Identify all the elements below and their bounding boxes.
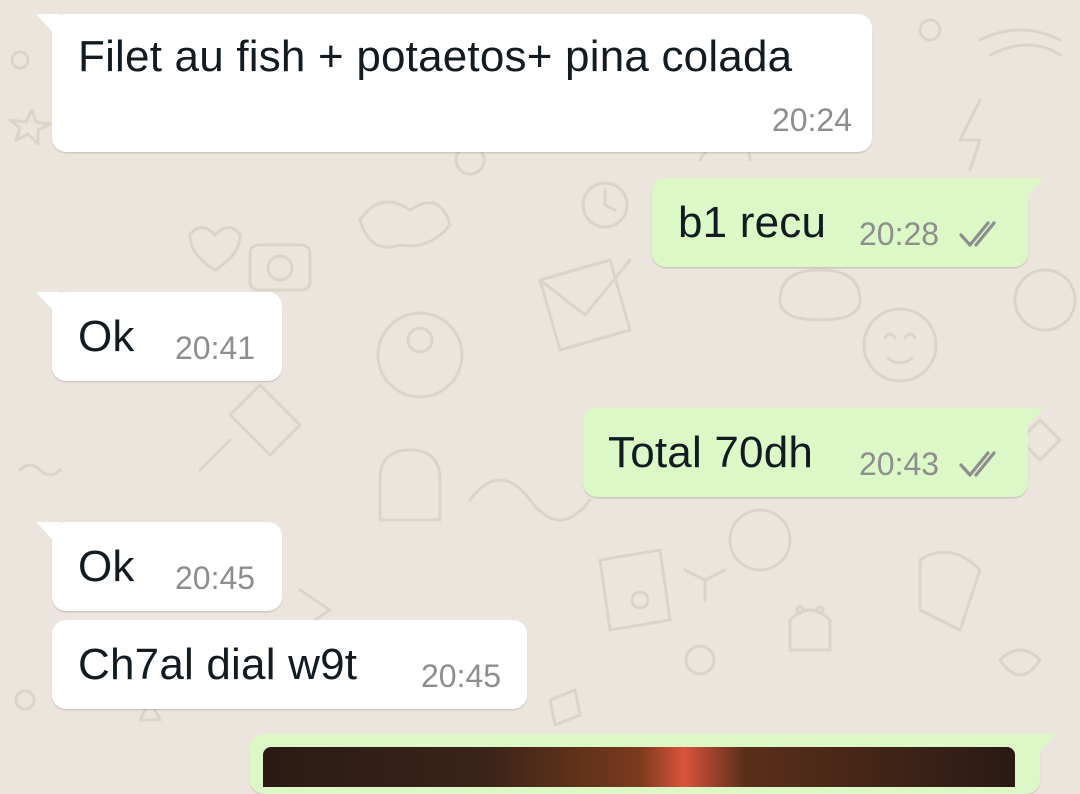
message-timestamp: 20:45 [421, 658, 502, 694]
message-text: b1 recu [678, 198, 827, 247]
message-bubble-outgoing-image[interactable] [250, 734, 1056, 794]
bubble-tail [1020, 178, 1044, 204]
message-timestamp: 20:24 [771, 102, 852, 138]
message-text: Ok [78, 312, 135, 361]
message-text: Filet au fish + potaetos+ pina colada [78, 32, 793, 81]
bubble-tail [36, 14, 60, 40]
message-timestamp: 20:45 [175, 560, 256, 596]
message-bubble-outgoing[interactable]: Total 70dh 20:43 [583, 408, 1044, 497]
message-timestamp: 20:28 [859, 216, 940, 252]
bubble-tail [36, 522, 60, 548]
double-check-icon [959, 221, 996, 247]
bubble-tail [1032, 734, 1056, 760]
message-text: Ok [78, 542, 135, 591]
message-bubble-incoming[interactable]: Filet au fish + potaetos+ pina colada 20… [36, 14, 872, 152]
message-text: Total 70dh [608, 428, 814, 477]
bubble-tail [1020, 408, 1044, 434]
double-check-icon [959, 451, 996, 477]
image-attachment-thumbnail[interactable] [263, 747, 1015, 787]
bubble-tail [36, 292, 60, 318]
message-bubble-incoming[interactable]: Ok 20:41 [36, 292, 282, 381]
message-text: Ch7al dial w9t [78, 640, 358, 689]
message-bubble-incoming[interactable]: Ok 20:45 [36, 522, 282, 611]
message-bubble-outgoing[interactable]: b1 recu 20:28 [652, 178, 1044, 267]
message-timestamp: 20:43 [859, 446, 940, 482]
message-timestamp: 20:41 [175, 330, 256, 366]
message-bubble-incoming[interactable]: Ch7al dial w9t 20:45 [52, 620, 527, 709]
